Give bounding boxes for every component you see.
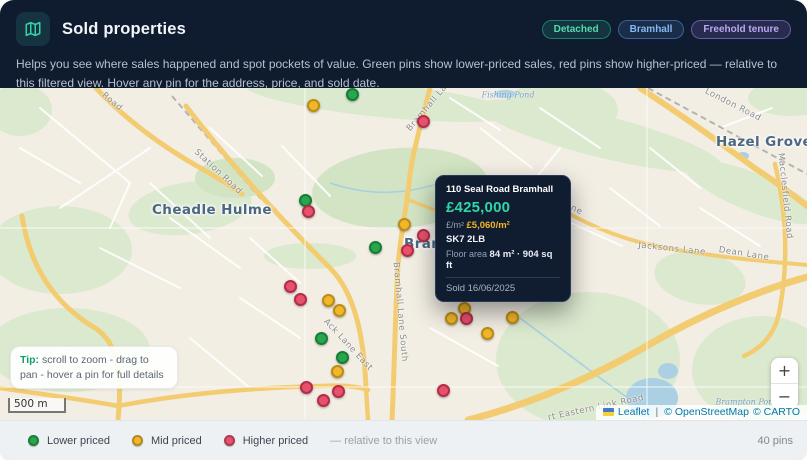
legend-item-label: Mid priced	[151, 435, 202, 447]
map-pin-lower[interactable]	[346, 88, 359, 101]
map-pin-higher[interactable]	[317, 394, 330, 407]
zoom-control: + −	[771, 358, 798, 409]
tooltip-floor-area: Floor area 84 m² · 904 sq ft	[446, 249, 560, 271]
map-pin-higher[interactable]	[284, 280, 297, 293]
legend-bar: Lower priced Mid priced Higher priced — re…	[0, 420, 807, 460]
tooltip-postcode: SK7 2LB	[446, 234, 560, 245]
map-canvas[interactable]: Cheadle HulmeBramhallHazel GroveRoadStat…	[0, 88, 807, 420]
map-icon	[16, 12, 50, 46]
leaflet-link[interactable]: Leaflet	[618, 406, 650, 418]
map-pin-mid[interactable]	[322, 294, 335, 307]
attribution-separator: |	[655, 406, 658, 418]
mid-priced-dot-icon	[132, 435, 143, 446]
map-pin-higher[interactable]	[332, 385, 345, 398]
map-pin-mid[interactable]	[307, 99, 320, 112]
map-pin-mid[interactable]	[333, 304, 346, 317]
map-pin-lower[interactable]	[315, 332, 328, 345]
filter-badge-bramhall: Bramhall	[618, 20, 685, 39]
map-pin-higher[interactable]	[460, 312, 473, 325]
sold-properties-panel: Sold properties Detached Bramhall Freehold…	[0, 0, 807, 460]
map-pin-higher[interactable]	[437, 384, 450, 397]
osm-link[interactable]: © OpenStreetMap	[664, 406, 749, 418]
map-pin-higher[interactable]	[401, 244, 414, 257]
tip-prefix: Tip:	[20, 354, 39, 366]
tooltip-ppsm-value: £5,060/m²	[467, 220, 510, 231]
legend-items: Lower priced Mid priced Higher priced	[28, 435, 330, 447]
zoom-in-button[interactable]: +	[771, 358, 798, 383]
legend-item-lower-priced: Lower priced	[28, 435, 110, 447]
tooltip-address: 110 Seal Road Bramhall	[446, 184, 560, 195]
town-label-hazel-grove: Hazel Grove	[716, 134, 807, 150]
filter-badge-detached: Detached	[542, 20, 611, 39]
map-pin-higher[interactable]	[302, 205, 315, 218]
map-pin-mid[interactable]	[506, 311, 519, 324]
water-label: Fishing Pond	[482, 91, 535, 100]
tip-text: scroll to zoom - drag to pan - hover a p…	[20, 354, 164, 381]
map-pin-higher[interactable]	[300, 381, 313, 394]
map-pin-higher[interactable]	[417, 115, 430, 128]
tooltip-ppsm-label: £/m²	[446, 220, 464, 230]
panel-description: Helps you see where sales happened and s…	[16, 55, 791, 92]
filter-badge-freehold-tenure: Freehold tenure	[691, 20, 791, 39]
tooltip-divider	[446, 277, 560, 278]
scale-bar: 500 m	[8, 398, 66, 413]
tooltip-floor-label: Floor area	[446, 249, 487, 259]
map-tip: Tip: scroll to zoom - drag to pan - hove…	[10, 346, 178, 389]
map-pin-mid[interactable]	[398, 218, 411, 231]
flag-icon	[603, 408, 614, 416]
lower-priced-dot-icon	[28, 435, 39, 446]
map-pin-mid[interactable]	[481, 327, 494, 340]
tooltip-price-per-sqm: £/m² £5,060/m²	[446, 220, 560, 231]
page-title: Sold properties	[62, 20, 186, 39]
tooltip-sold-date: Sold 16/06/2025	[446, 283, 560, 294]
filter-badges: Detached Bramhall Freehold tenure	[542, 20, 791, 39]
map-pin-mid[interactable]	[331, 365, 344, 378]
map-pin-higher[interactable]	[417, 229, 430, 242]
legend-item-mid-priced: Mid priced	[132, 435, 202, 447]
higher-priced-dot-icon	[224, 435, 235, 446]
legend-item-label: Higher priced	[243, 435, 308, 447]
town-label-cheadle-hulme: Cheadle Hulme	[152, 202, 272, 218]
map-pin-mid[interactable]	[445, 312, 458, 325]
legend-item-higher-priced: Higher priced	[224, 435, 308, 447]
map-attribution: Leaflet | © OpenStreetMap © CARTO	[596, 405, 807, 420]
legend-item-label: Lower priced	[47, 435, 110, 447]
map-pin-higher[interactable]	[294, 293, 307, 306]
panel-header: Sold properties Detached Bramhall Freehold…	[0, 0, 807, 88]
tooltip-price: £425,000	[446, 199, 560, 216]
map-pin-lower[interactable]	[369, 241, 382, 254]
pins-count: 40 pins	[758, 435, 793, 447]
legend-note: — relative to this view	[330, 435, 437, 447]
pin-tooltip: 110 Seal Road Bramhall £425,000 £/m² £5,…	[435, 175, 571, 302]
map-pin-lower[interactable]	[336, 351, 349, 364]
carto-link[interactable]: © CARTO	[753, 406, 800, 418]
